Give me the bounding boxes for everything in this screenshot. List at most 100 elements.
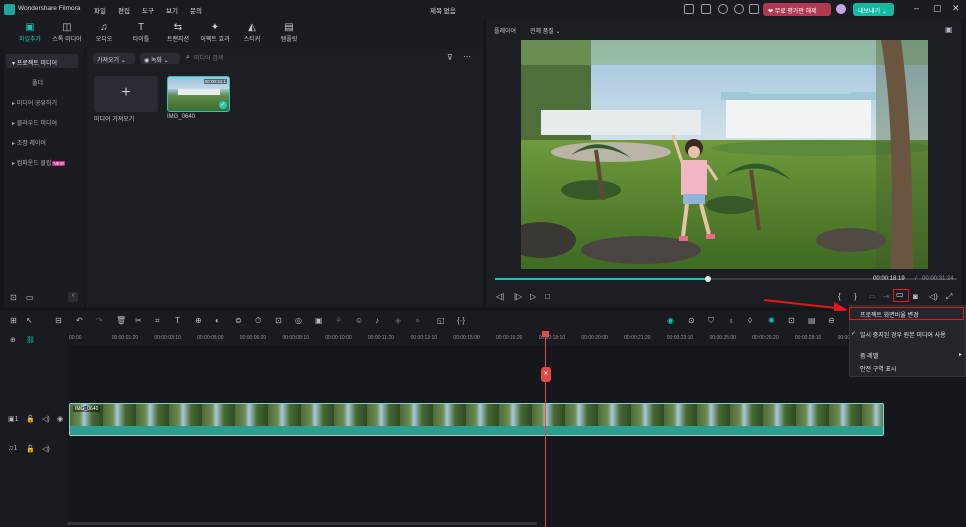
marker-icon[interactable]: ◊ xyxy=(748,316,752,325)
nav-folder[interactable]: 폴더 xyxy=(6,74,78,88)
ai-icon[interactable]: ✺ xyxy=(768,316,775,325)
playhead-line[interactable] xyxy=(545,333,546,527)
avatar[interactable] xyxy=(836,4,846,14)
monitor-icon[interactable] xyxy=(684,4,694,14)
submenu-arrow-icon: ▸ xyxy=(959,352,963,358)
nav-project-media[interactable]: ▾ 프로젝트 미디어 xyxy=(6,54,78,68)
select-tool-icon[interactable]: ↖ xyxy=(26,316,33,325)
split-icon[interactable]: ✂ xyxy=(135,316,142,325)
headset-icon[interactable] xyxy=(734,4,744,14)
collapse-panel-icon[interactable]: ‹ xyxy=(68,292,78,302)
menu-tools[interactable]: 도구 xyxy=(142,5,154,15)
grid-layout-icon[interactable]: ⊟ xyxy=(55,316,62,325)
audio-icon[interactable]: ♪ xyxy=(375,316,379,325)
quality-dropdown[interactable]: 전체 품질 ⌄ xyxy=(530,26,560,35)
save-icon[interactable] xyxy=(701,4,711,14)
more-icon[interactable]: ⋯ xyxy=(463,52,471,61)
transition-tool-icon[interactable]: ⋄ xyxy=(415,316,420,325)
crop-icon[interactable]: ⌗ xyxy=(155,316,160,326)
zoom-out-icon[interactable]: ⊖ xyxy=(828,316,835,325)
step-back-icon[interactable]: |▷ xyxy=(514,292,522,301)
bracket-icon[interactable]: {·} xyxy=(457,316,465,325)
shield-icon[interactable]: ⛉ xyxy=(708,316,714,326)
maximize-button[interactable]: ▢ xyxy=(933,3,942,14)
mask-icon[interactable]: ▣ xyxy=(315,316,323,325)
folder-outline-icon[interactable]: ▭ xyxy=(26,293,34,302)
subtitle-icon[interactable]: ▤ xyxy=(808,316,816,325)
stop-icon[interactable]: □ xyxy=(545,292,550,301)
timeline-video-clip[interactable] xyxy=(69,403,884,436)
play-icon[interactable]: ▷ xyxy=(530,292,536,301)
nav-adjustment-layer[interactable]: ▸ 조정 레이어 xyxy=(6,134,78,148)
nav-cloud-media[interactable]: ▸ 클라우드 미디어 xyxy=(6,114,78,128)
playhead-scissors-icon[interactable]: ✕ xyxy=(541,367,551,382)
export-button[interactable]: 내보내기 ⌄ xyxy=(853,3,894,16)
microphone-icon[interactable]: ♁ xyxy=(728,316,734,325)
cloud-icon[interactable] xyxy=(718,4,728,14)
upgrade-button[interactable]: ❤ 무료 평가판 해제 xyxy=(763,3,831,16)
search-input[interactable] xyxy=(194,53,314,64)
insert-icon[interactable]: ⇰ xyxy=(869,292,876,301)
layout-icon[interactable]: ⊞ xyxy=(10,316,17,325)
import-dropdown[interactable]: 가져오기 ⌄ xyxy=(93,53,135,64)
menu-edit[interactable]: 편집 xyxy=(118,5,130,15)
eye-icon[interactable]: ◉ xyxy=(57,415,63,423)
keyframe-icon[interactable]: ◈ xyxy=(395,316,401,325)
record-dropdown[interactable]: ◉ 녹화 ⌄ xyxy=(140,53,180,64)
text-tool-icon[interactable]: T xyxy=(175,316,180,325)
undo-icon[interactable]: ↶ xyxy=(76,316,83,325)
speed-icon[interactable]: ⏱ xyxy=(255,316,261,326)
zoom-tool-icon[interactable]: ⊕ xyxy=(195,316,202,325)
previous-frame-icon[interactable]: ◁| xyxy=(496,292,504,301)
import-media-card[interactable]: + xyxy=(94,76,158,112)
playback-scrubber-handle[interactable] xyxy=(704,276,711,282)
stabilize-icon[interactable]: ◎ xyxy=(295,316,302,325)
nav-label: 컴파운드 클립 xyxy=(16,161,52,167)
redo-icon[interactable]: ↷ xyxy=(96,316,103,325)
nav-compound-clip[interactable]: ▸ 컴파운드 클립 NEW xyxy=(6,154,78,168)
minimize-button[interactable]: – xyxy=(914,3,919,13)
playhead-handle[interactable] xyxy=(542,331,549,337)
mark-out-icon[interactable]: } xyxy=(854,292,857,301)
camera-icon[interactable]: ◙ xyxy=(913,292,918,301)
audio-lock-icon[interactable]: 🔓 xyxy=(26,445,35,453)
filter-icon[interactable]: ⊽ xyxy=(447,53,453,62)
timeline-track-area[interactable] xyxy=(67,345,966,527)
mute-icon[interactable]: ◁) xyxy=(42,415,50,423)
record-voice-icon[interactable]: ⊙ xyxy=(688,316,695,325)
delete-icon[interactable]: 🗑 xyxy=(116,316,126,325)
snapshot-tool-icon[interactable]: ◱ xyxy=(437,316,445,325)
fullscreen-icon[interactable]: ⤢ xyxy=(946,292,952,302)
volume-icon[interactable]: ◁) xyxy=(929,292,938,301)
menu-item-use-original-media[interactable]: 일시 중지된 경우 원본 미디어 사용 xyxy=(860,330,946,339)
overwrite-icon[interactable]: ⇥ xyxy=(883,292,890,301)
new-folder-icon[interactable]: ⊡ xyxy=(10,293,17,302)
timeline-toolbar xyxy=(0,311,966,331)
tab-templates[interactable]: ▤ 템플릿 xyxy=(267,22,311,43)
display-settings-button[interactable]: ▭ xyxy=(893,289,909,302)
audio-mute-icon[interactable]: ◁) xyxy=(42,445,50,453)
timeline-horizontal-scrollbar[interactable] xyxy=(67,522,537,525)
lock-icon[interactable]: 🔓 xyxy=(26,415,35,423)
nav-shared-media[interactable]: ▸ 미디어 공유하기 xyxy=(6,94,78,108)
snapshot-icon[interactable]: ▣ xyxy=(945,25,953,34)
ai-portrait-icon[interactable]: ☺ xyxy=(355,316,363,325)
pip-icon[interactable]: ⊡ xyxy=(788,316,795,325)
add-track-icon[interactable]: ⊕ xyxy=(10,336,16,344)
gift-icon: ❤ xyxy=(768,9,775,15)
render-icon[interactable]: ◉ xyxy=(667,316,674,325)
close-button[interactable]: ✕ xyxy=(952,3,960,14)
motion-icon[interactable]: ⊡ xyxy=(275,316,282,325)
link-icon[interactable]: ⛓ xyxy=(26,336,35,344)
grid-icon[interactable] xyxy=(749,4,759,14)
menu-help[interactable]: 문의 xyxy=(190,5,202,15)
menu-item-zoom-level[interactable]: 줌 레벨 xyxy=(860,351,878,360)
media-clip-thumbnail[interactable]: 00:00:31:1 ✓ xyxy=(167,76,230,112)
menu-item-safe-zone[interactable]: 안전 구역 표시 xyxy=(860,364,896,373)
tab-label: 파일추가 xyxy=(18,37,42,43)
ai-cutout-icon[interactable]: ⚘ xyxy=(335,316,342,325)
menu-view[interactable]: 보기 xyxy=(166,5,178,15)
color-icon[interactable]: ◐ xyxy=(215,316,220,325)
adjust-icon[interactable]: ⊜ xyxy=(235,316,242,325)
menu-file[interactable]: 파일 xyxy=(94,5,106,15)
